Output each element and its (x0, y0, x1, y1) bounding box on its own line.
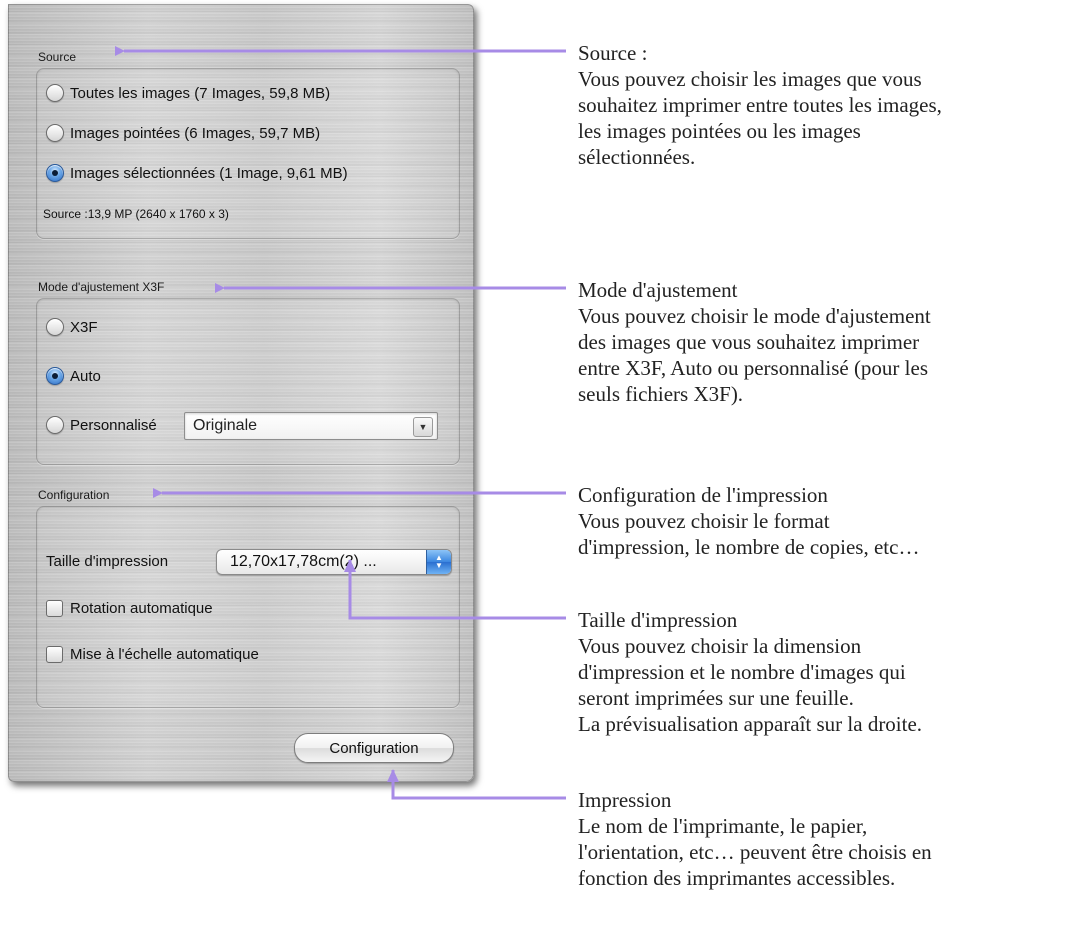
annotation-line-text: fonction des imprimantes accessibles. (578, 866, 896, 890)
annotation-line-print (387, 769, 566, 800)
annotation-line-text: Vous pouvez choisir la dimension (578, 634, 862, 658)
annotation-line-text: d'impression et le nombre d'images qui (578, 660, 906, 684)
annotation-heading: Source : (578, 41, 648, 65)
annotation-line-text: sélectionnées. (578, 145, 696, 169)
annotation-line-text: d'impression, le nombre de copies, etc… (578, 535, 920, 559)
annotation-line-text: Vous pouvez choisir le format (578, 509, 830, 533)
annotation-line-text: Vous pouvez choisir les images que vous (578, 67, 922, 91)
annotation-mode: Mode d'ajustement Vous pouvez choisir le… (578, 277, 1058, 407)
annotation-heading: Impression (578, 788, 672, 812)
annotation-line-text: seuls fichiers X3F). (578, 382, 744, 406)
annotation-line-text: seront imprimées sur une feuille. (578, 686, 854, 710)
annotation-source: Source : Vous pouvez choisir les images … (578, 40, 1058, 170)
annotation-line-text: La prévisualisation apparaît sur la droi… (578, 712, 923, 736)
annotation-line-text: les images pointées ou les images (578, 119, 861, 143)
annotation-line-text: souhaitez imprimer entre toutes les imag… (578, 93, 942, 117)
annotation-heading: Configuration de l'impression (578, 483, 828, 507)
annotation-line-text: Le nom de l'imprimante, le papier, (578, 814, 868, 838)
annotation-size: Taille d'impression Vous pouvez choisir … (578, 607, 1058, 737)
annotation-heading: Mode d'ajustement (578, 278, 738, 302)
annotation-line-text: l'orientation, etc… peuvent être choisis… (578, 840, 932, 864)
annotation-line-text: entre X3F, Auto ou personnalisé (pour le… (578, 356, 929, 380)
annotation-line-size (344, 559, 566, 620)
annotation-heading: Taille d'impression (578, 608, 738, 632)
annotation-print: Impression Le nom de l'imprimante, le pa… (578, 787, 1058, 891)
annotation-line-text: des images que vous souhaitez imprimer (578, 330, 920, 354)
annotation-line-text: Vous pouvez choisir le mode d'ajustement (578, 304, 931, 328)
annotation-config: Configuration de l'impression Vous pouve… (578, 482, 1058, 560)
